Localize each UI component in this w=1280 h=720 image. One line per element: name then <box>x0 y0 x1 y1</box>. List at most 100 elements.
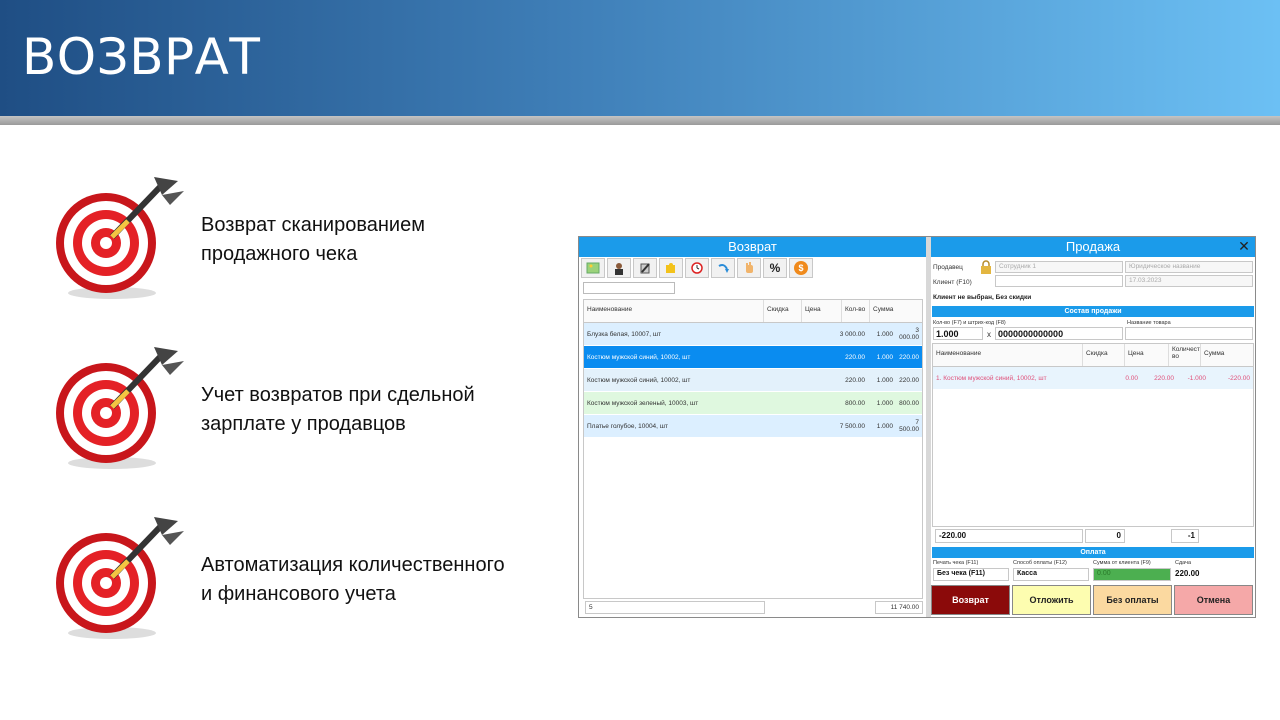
times-sign: x <box>987 330 991 339</box>
target-dart-icon <box>56 517 184 639</box>
barcode-input[interactable]: 0000000000000 <box>995 327 1123 340</box>
feature-text-line: Автоматизация количественного <box>201 554 505 576</box>
coin-glyph: $ <box>794 261 808 275</box>
legal-name-select[interactable]: Юридическое название <box>1125 261 1253 273</box>
return-toolbar: % $ <box>581 258 821 280</box>
paymethod-label: Способ оплаты (F12) <box>1013 560 1067 566</box>
col-price[interactable]: Цена <box>802 300 842 322</box>
table-row[interactable]: Платье голубое, 10004, шт 7 500.00 1.000… <box>584 415 922 438</box>
feature-text-line: Возврат сканированием <box>201 214 425 236</box>
cell-qty: -1.000 <box>1187 374 1206 382</box>
sale-section-header: Состав продажи <box>932 306 1254 317</box>
pen-icon[interactable] <box>633 258 657 278</box>
print-label: Печать чека (F11) <box>933 560 979 566</box>
lock-icon[interactable] <box>979 260 993 274</box>
grid-header: Наименование Скидка Цена Количест во Сум… <box>933 344 1253 367</box>
slide-header-divider <box>0 116 1280 125</box>
sale-items-grid: Наименование Скидка Цена Количест во Сум… <box>932 343 1254 527</box>
col-discount[interactable]: Скидка <box>1083 344 1125 366</box>
postpone-button[interactable]: Отложить <box>1012 585 1091 615</box>
table-row[interactable]: Костюм мужской синий, 10002, шт 220.00 1… <box>584 369 922 392</box>
footer-count: 5 <box>585 601 765 614</box>
cell-sum: 220.00 <box>899 353 919 361</box>
target-dart-icon <box>56 177 184 299</box>
return-pane-title: Возврат <box>579 237 926 257</box>
cell-name: Костюм мужской синий, 10002, шт <box>587 376 691 384</box>
no-payment-button[interactable]: Без оплаты <box>1093 585 1172 615</box>
cell-qty: 1.000 <box>876 399 893 407</box>
feature-item: Автоматизация количественного и финансов… <box>50 505 590 645</box>
feature-text-line: Учет возвратов при сдельной <box>201 384 475 406</box>
col-name[interactable]: Наименование <box>933 344 1083 366</box>
cell-name: Костюм мужской синий, 10002, шт <box>587 353 691 361</box>
sale-pane-title: Продажа <box>931 237 1255 257</box>
print-select[interactable]: Без чека (F11) <box>933 568 1009 581</box>
date-field[interactable]: 17.03.2023 <box>1125 275 1253 287</box>
col-qty[interactable]: Количест во <box>1169 344 1201 366</box>
user-icon[interactable] <box>607 258 631 278</box>
return-pane: Возврат % $ Наименование Скидка Цена Кол… <box>579 237 926 617</box>
percent-icon[interactable]: % <box>763 258 787 278</box>
cell-sum: 7 500.00 <box>899 419 919 433</box>
seller-label: Продавец <box>933 264 963 271</box>
client-sum-label: Сумма от клиента (F9) <box>1093 560 1151 566</box>
puzzle-icon[interactable] <box>659 258 683 278</box>
table-row[interactable]: 1. Костюм мужской синий, 10002, шт 0.00 … <box>933 367 1253 390</box>
sale-pane: Продажа ✕ Продавец Сотрудник 1 Юридическ… <box>931 237 1255 617</box>
product-name-input[interactable] <box>1125 327 1253 340</box>
client-label: Клиент (F10) <box>933 279 972 286</box>
cell-name: Платье голубое, 10004, шт <box>587 422 668 430</box>
clock-icon[interactable] <box>685 258 709 278</box>
col-sum[interactable]: Сумма <box>1201 344 1253 366</box>
cell-qty: 1.000 <box>876 330 893 338</box>
paymethod-select[interactable]: Касса <box>1013 568 1089 581</box>
image-icon[interactable] <box>581 258 605 278</box>
cell-price: 220.00 <box>845 353 865 361</box>
col-name[interactable]: Наименование <box>584 300 764 322</box>
cell-sum: 800.00 <box>899 399 919 407</box>
col-qty[interactable]: Кол-во <box>842 300 870 322</box>
total-sum: -220.00 <box>935 529 1083 543</box>
cell-price: 220.00 <box>1154 374 1174 382</box>
filter-input[interactable] <box>583 282 675 294</box>
feature-text-line: зарплате у продавцов <box>201 413 406 435</box>
change-value: 220.00 <box>1175 569 1200 578</box>
return-button[interactable]: Возврат <box>931 585 1010 615</box>
col-sum[interactable]: Сумма <box>870 300 922 322</box>
cell-qty: 1.000 <box>876 376 893 384</box>
feature-item: Учет возвратов при сдельной зарплате у п… <box>50 335 590 475</box>
cell-price: 220.00 <box>845 376 865 384</box>
cell-sum: 3 000.00 <box>899 327 919 341</box>
table-row[interactable]: Блузка белая, 10007, шт 3 000.00 1.000 3… <box>584 323 922 346</box>
qty-barcode-label: Кол-во (F7) и штрих-код (F8) <box>933 320 1006 326</box>
product-name-label: Название товара <box>1127 320 1171 326</box>
client-input[interactable] <box>995 275 1123 287</box>
cancel-button[interactable]: Отмена <box>1174 585 1253 615</box>
grid-footer: 5 11 740.00 <box>583 601 923 615</box>
total-qty: -1 <box>1171 529 1199 543</box>
client-status: Клиент не выбран, Без скидки <box>933 294 1032 301</box>
footer-total: 11 740.00 <box>875 601 923 614</box>
feature-text-line: продажного чека <box>201 243 358 265</box>
col-discount[interactable]: Скидка <box>764 300 802 322</box>
client-sum-input[interactable]: 0.00 <box>1093 568 1171 581</box>
cell-discount: 0.00 <box>1125 374 1138 382</box>
table-row[interactable]: Костюм мужской зеленый, 10003, шт 800.00… <box>584 392 922 415</box>
hand-icon[interactable] <box>737 258 761 278</box>
return-items-grid: Наименование Скидка Цена Кол-во Сумма Бл… <box>583 299 923 599</box>
cell-price: 3 000.00 <box>839 330 865 338</box>
cell-qty: 1.000 <box>876 353 893 361</box>
grid-header: Наименование Скидка Цена Кол-во Сумма <box>584 300 922 323</box>
close-icon[interactable]: ✕ <box>1237 239 1251 253</box>
cell-sum: -220.00 <box>1227 374 1250 382</box>
total-discount: 0 <box>1085 529 1125 543</box>
coin-icon[interactable]: $ <box>789 258 813 278</box>
table-row-selected[interactable]: Костюм мужской синий, 10002, шт 220.00 1… <box>584 346 922 369</box>
cell-name: Блузка белая, 10007, шт <box>587 330 662 338</box>
qty-input[interactable]: 1.000 <box>933 327 983 340</box>
pos-app-window: Возврат % $ Наименование Скидка Цена Кол… <box>578 236 1256 618</box>
target-dart-icon <box>56 347 184 469</box>
col-price[interactable]: Цена <box>1125 344 1169 366</box>
arrow-icon[interactable] <box>711 258 735 278</box>
seller-select[interactable]: Сотрудник 1 <box>995 261 1123 273</box>
